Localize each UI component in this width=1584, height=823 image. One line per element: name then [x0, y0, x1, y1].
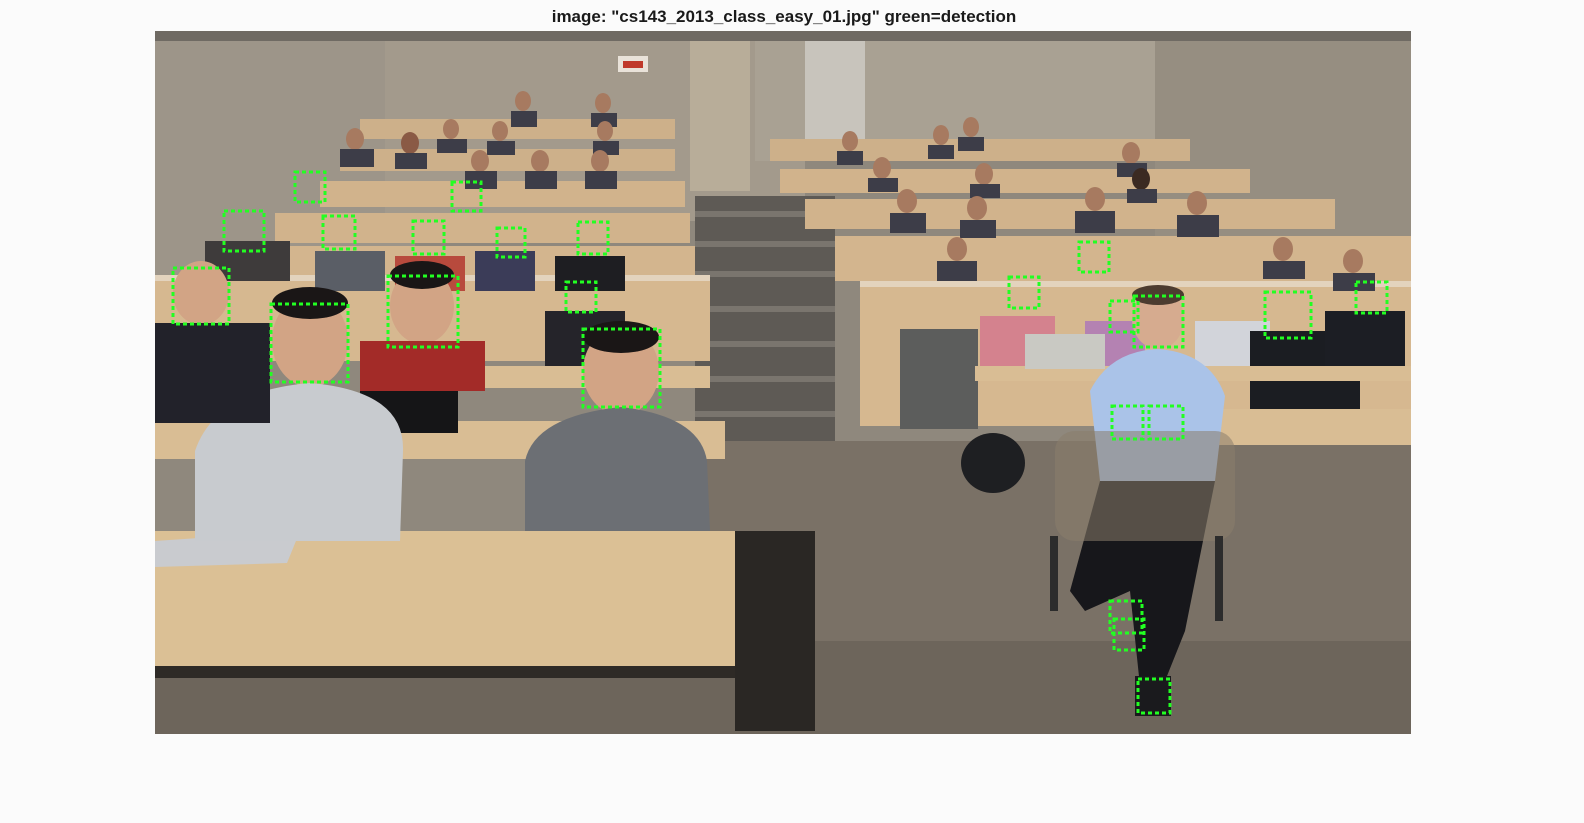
figure-title: image: "cs143_2013_class_easy_01.jpg" gr…	[551, 7, 1017, 26]
trash-bin	[900, 329, 978, 429]
classroom-photo	[155, 31, 1411, 734]
backpack	[961, 433, 1025, 493]
exit-sign	[618, 56, 648, 72]
center-stairs	[695, 196, 835, 446]
